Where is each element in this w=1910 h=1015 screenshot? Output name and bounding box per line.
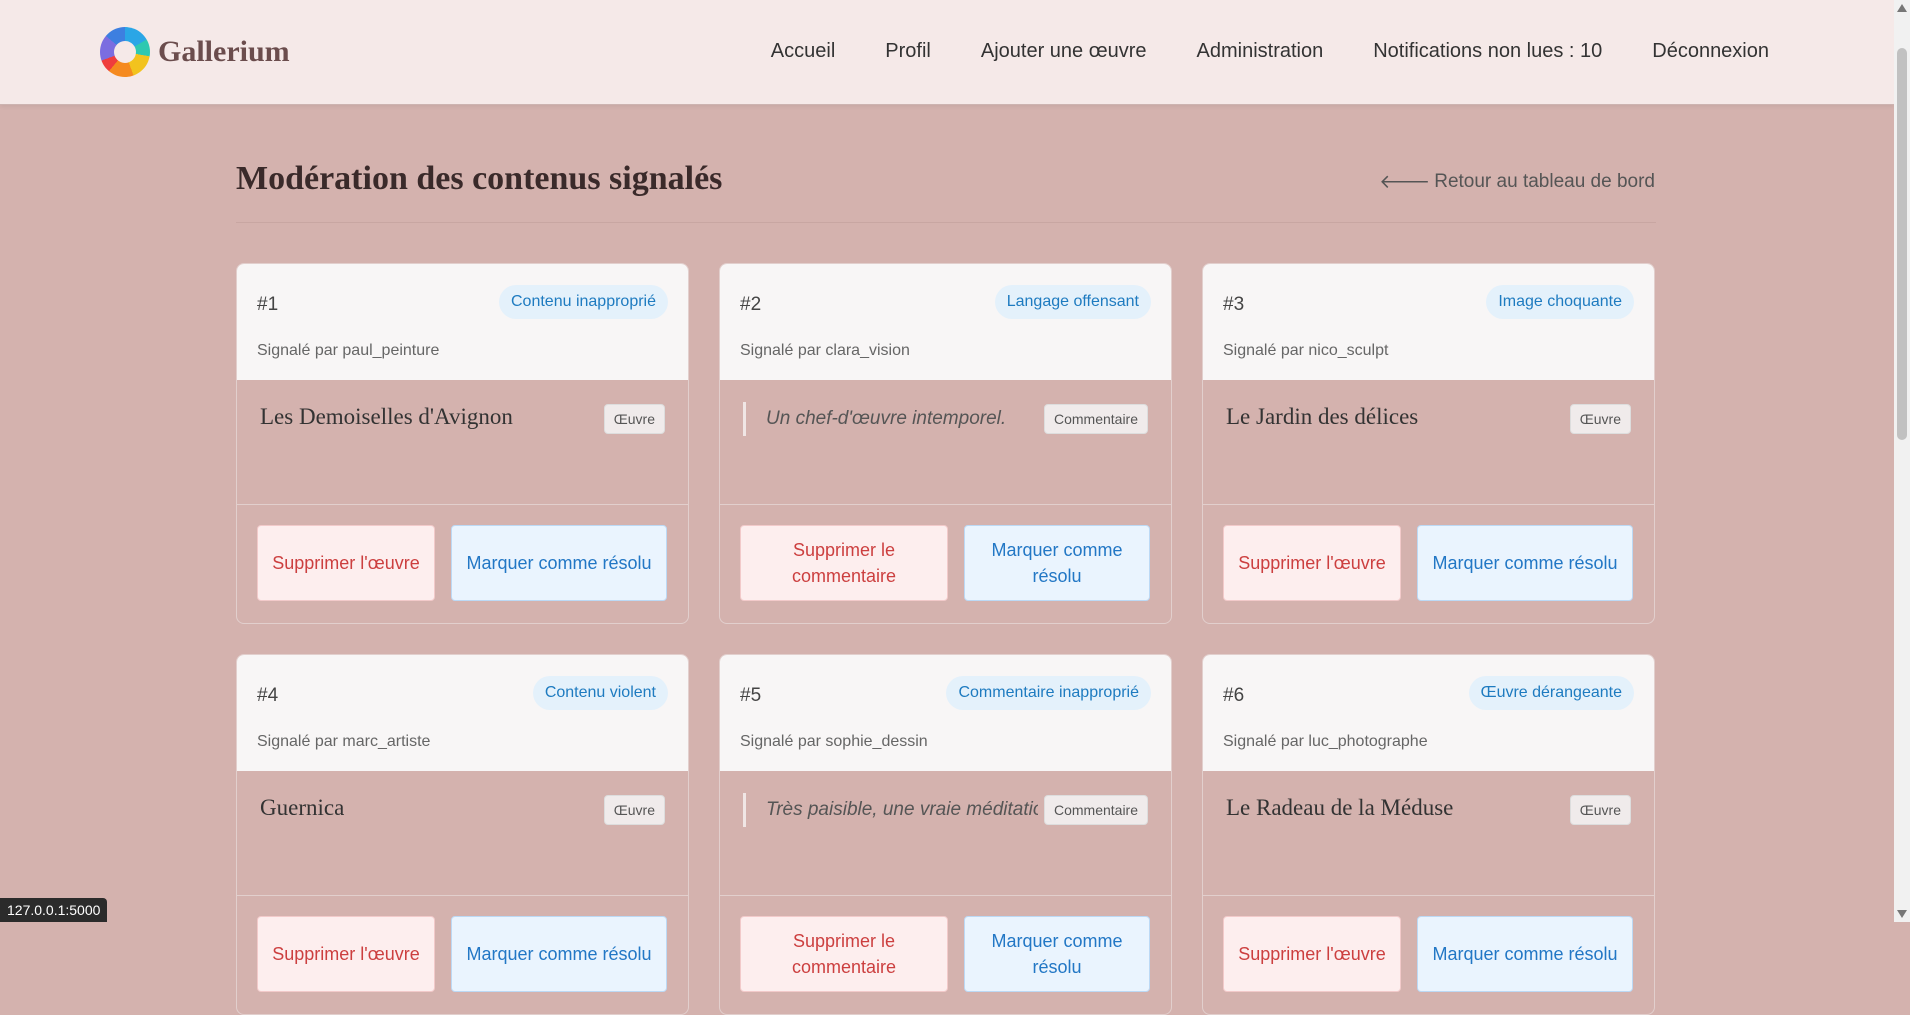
report-id: #1 xyxy=(257,294,279,315)
card-header: #1 Contenu inapproprié Signalé par paul_… xyxy=(237,264,688,380)
card-actions: Supprimer l'œuvre Marquer comme résolu xyxy=(1203,896,1654,1014)
report-id: #6 xyxy=(1223,685,1245,706)
type-badge: Œuvre xyxy=(603,404,665,434)
reported-by: Signalé par clara_vision xyxy=(740,342,910,359)
nav-link-administration[interactable]: Administration xyxy=(1197,40,1324,63)
back-link-label: Retour au tableau de bord xyxy=(1434,171,1655,192)
status-url: 127.0.0.1:5000 xyxy=(0,898,108,922)
report-card: #4 Contenu violent Signalé par marc_arti… xyxy=(236,654,689,1015)
card-body: Les Demoiselles d'Avignon Œuvre xyxy=(237,380,688,505)
resolve-button[interactable]: Marquer comme résolu xyxy=(964,916,1150,992)
reported-by: Signalé par sophie_dessin xyxy=(740,733,928,750)
reason-badge: Contenu violent xyxy=(532,676,668,710)
nav-link-deconnexion[interactable]: Déconnexion xyxy=(1652,40,1769,63)
card-body: Un chef-d'œuvre intemporel. Commentaire xyxy=(720,380,1171,505)
report-card: #5 Commentaire inapproprié Signalé par s… xyxy=(719,654,1172,1015)
card-actions: Supprimer l'œuvre Marquer comme résolu xyxy=(237,896,688,1014)
delete-button[interactable]: Supprimer l'œuvre xyxy=(257,916,435,992)
nav-link-notifications[interactable]: Notifications non lues : 10 xyxy=(1373,40,1602,63)
resolve-button[interactable]: Marquer comme résolu xyxy=(451,525,667,601)
reported-by: Signalé par marc_artiste xyxy=(257,733,431,750)
nav-links: Accueil Profil Ajouter une œuvre Adminis… xyxy=(771,40,1769,63)
type-badge: Commentaire xyxy=(1043,795,1148,825)
artwork-title[interactable]: Guernica xyxy=(260,795,344,821)
reason-badge: Contenu inapproprié xyxy=(499,285,668,319)
card-actions: Supprimer le commentaire Marquer comme r… xyxy=(720,505,1171,623)
brand[interactable]: Gallerium xyxy=(100,27,290,77)
nav-link-ajouter-oeuvre[interactable]: Ajouter une œuvre xyxy=(981,40,1147,63)
delete-button[interactable]: Supprimer l'œuvre xyxy=(1223,916,1401,992)
report-id: #4 xyxy=(257,685,279,706)
card-body: Guernica Œuvre xyxy=(237,771,688,896)
card-header: #3 Image choquante Signalé par nico_scul… xyxy=(1203,264,1654,380)
scrollbar[interactable] xyxy=(1894,0,1910,922)
artwork-title[interactable]: Le Jardin des délices xyxy=(1226,404,1418,430)
card-actions: Supprimer l'œuvre Marquer comme résolu xyxy=(1203,505,1654,623)
scroll-down-icon[interactable] xyxy=(1897,910,1907,918)
report-card: #2 Langage offensant Signalé par clara_v… xyxy=(719,263,1172,624)
navbar: Gallerium Accueil Profil Ajouter une œuv… xyxy=(0,0,1894,105)
nav-link-accueil[interactable]: Accueil xyxy=(771,40,835,63)
resolve-button[interactable]: Marquer comme résolu xyxy=(1417,525,1633,601)
delete-button[interactable]: Supprimer l'œuvre xyxy=(1223,525,1401,601)
scroll-thumb[interactable] xyxy=(1897,48,1907,440)
reported-by: Signalé par nico_sculpt xyxy=(1223,342,1389,359)
card-body: Le Jardin des délices Œuvre xyxy=(1203,380,1654,505)
card-header: #5 Commentaire inapproprié Signalé par s… xyxy=(720,655,1171,771)
back-link[interactable]: 🡐 Retour au tableau de bord xyxy=(1379,170,1655,194)
reported-by: Signalé par luc_photographe xyxy=(1223,733,1428,750)
artwork-title[interactable]: Le Radeau de la Méduse xyxy=(1226,795,1453,821)
card-actions: Supprimer l'œuvre Marquer comme résolu xyxy=(237,505,688,623)
report-card: #3 Image choquante Signalé par nico_scul… xyxy=(1202,263,1655,624)
report-id: #3 xyxy=(1223,294,1245,315)
page-title: Modération des contenus signalés xyxy=(236,160,723,197)
delete-button[interactable]: Supprimer l'œuvre xyxy=(257,525,435,601)
reason-badge: Langage offensant xyxy=(994,285,1151,319)
resolve-button[interactable]: Marquer comme résolu xyxy=(451,916,667,992)
scroll-up-icon[interactable] xyxy=(1897,4,1907,12)
report-id: #5 xyxy=(740,685,762,706)
arrow-left-icon: 🡐 xyxy=(1379,172,1431,193)
card-body: Très paisible, une vraie méditatio Comme… xyxy=(720,771,1171,896)
report-card: #1 Contenu inapproprié Signalé par paul_… xyxy=(236,263,689,624)
card-header: #4 Contenu violent Signalé par marc_arti… xyxy=(237,655,688,771)
type-badge: Commentaire xyxy=(1043,404,1148,434)
card-body: Le Radeau de la Méduse Œuvre xyxy=(1203,771,1654,896)
nav-link-profil[interactable]: Profil xyxy=(885,40,931,63)
card-actions: Supprimer le commentaire Marquer comme r… xyxy=(720,896,1171,1014)
type-badge: Œuvre xyxy=(1569,795,1631,825)
type-badge: Œuvre xyxy=(1569,404,1631,434)
brand-name: Gallerium xyxy=(158,35,290,68)
card-header: #6 Œuvre dérangeante Signalé par luc_pho… xyxy=(1203,655,1654,771)
artwork-title[interactable]: Les Demoiselles d'Avignon xyxy=(260,404,513,430)
reason-badge: Commentaire inapproprié xyxy=(946,676,1151,710)
delete-button[interactable]: Supprimer le commentaire xyxy=(740,916,948,992)
resolve-button[interactable]: Marquer comme résolu xyxy=(964,525,1150,601)
reason-badge: Œuvre dérangeante xyxy=(1468,676,1634,710)
reason-badge: Image choquante xyxy=(1486,285,1634,319)
card-header: #2 Langage offensant Signalé par clara_v… xyxy=(720,264,1171,380)
report-id: #2 xyxy=(740,294,762,315)
divider xyxy=(236,222,1656,223)
delete-button[interactable]: Supprimer le commentaire xyxy=(740,525,948,601)
comment-quote: Un chef-d'œuvre intemporel. xyxy=(743,402,1038,436)
report-card: #6 Œuvre dérangeante Signalé par luc_pho… xyxy=(1202,654,1655,1015)
type-badge: Œuvre xyxy=(603,795,665,825)
resolve-button[interactable]: Marquer comme résolu xyxy=(1417,916,1633,992)
comment-quote: Très paisible, une vraie méditatio xyxy=(743,793,1038,827)
logo-icon xyxy=(100,27,150,77)
reported-by: Signalé par paul_peinture xyxy=(257,342,440,359)
